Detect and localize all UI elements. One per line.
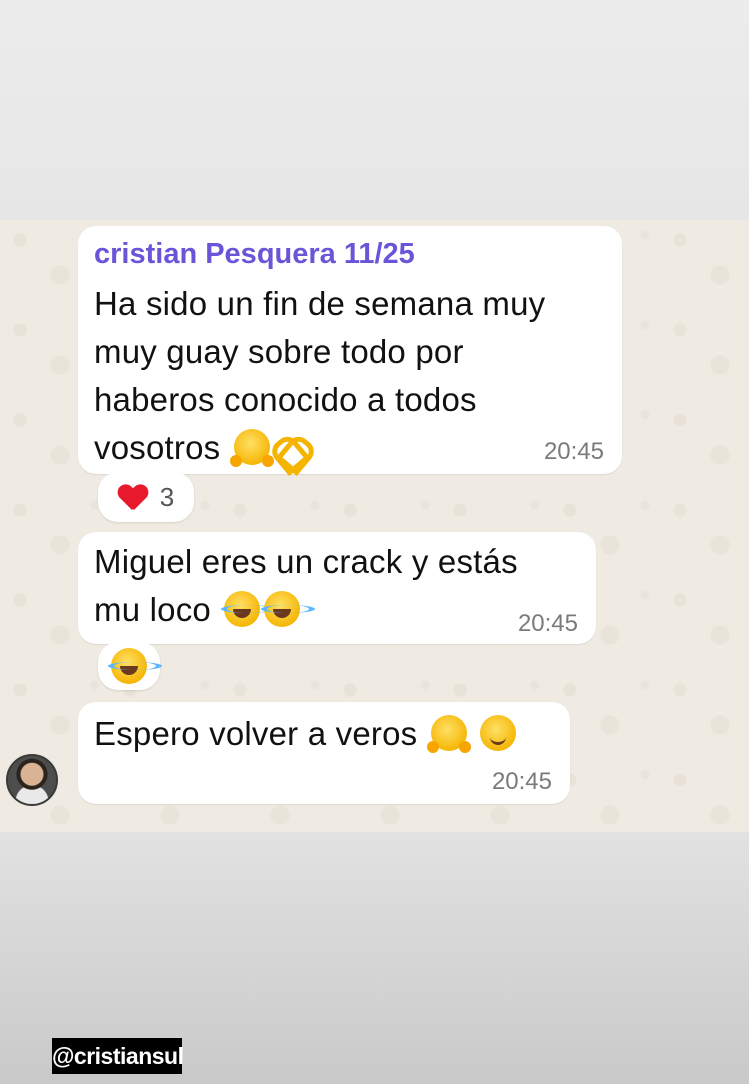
sender-avatar[interactable] xyxy=(6,754,58,806)
message-text: Ha sido un fin de semana muy muy guay so… xyxy=(94,280,614,472)
tears-of-joy-icon xyxy=(108,648,162,684)
message-time: 20:45 xyxy=(543,438,604,465)
message-line: Espero volver a veros xyxy=(94,710,564,758)
hugging-face-icon xyxy=(229,429,274,467)
tears-of-joy-icon xyxy=(261,591,316,627)
message-line: muy guay sobre todo por xyxy=(94,333,464,370)
message-line: haberos conocido a todos xyxy=(94,381,477,418)
tears-of-joy-icon xyxy=(221,591,276,627)
red-heart-icon xyxy=(118,483,148,511)
message-line: Miguel eres un crack y estás xyxy=(94,543,518,580)
reaction-count: 3 xyxy=(159,481,175,512)
message-line: Ha sido un fin de semana muy xyxy=(94,285,546,322)
hugging-face-icon xyxy=(426,715,471,753)
sender-name[interactable]: cristian Pesquera 11/25 xyxy=(94,236,415,272)
reaction-badge[interactable] xyxy=(98,642,162,690)
message-bubble-1[interactable]: cristian Pesquera 11/25 Ha sido un fin d… xyxy=(78,226,622,474)
heart-hands-icon xyxy=(274,433,312,463)
message-time: 20:45 xyxy=(491,768,552,795)
username-watermark: @cristiansul xyxy=(52,1038,184,1074)
message-text: Espero volver a veros xyxy=(94,710,564,758)
slightly-smiling-face-icon xyxy=(480,715,517,751)
message-time: 20:45 xyxy=(517,610,578,637)
message-bubble-2[interactable]: Miguel eres un crack y estás mu loco 20:… xyxy=(78,532,596,644)
reaction-badge[interactable]: 3 xyxy=(98,472,194,522)
message-bubble-3[interactable]: Espero volver a veros 20:45 xyxy=(78,702,570,804)
message-line: vosotros xyxy=(94,424,614,472)
